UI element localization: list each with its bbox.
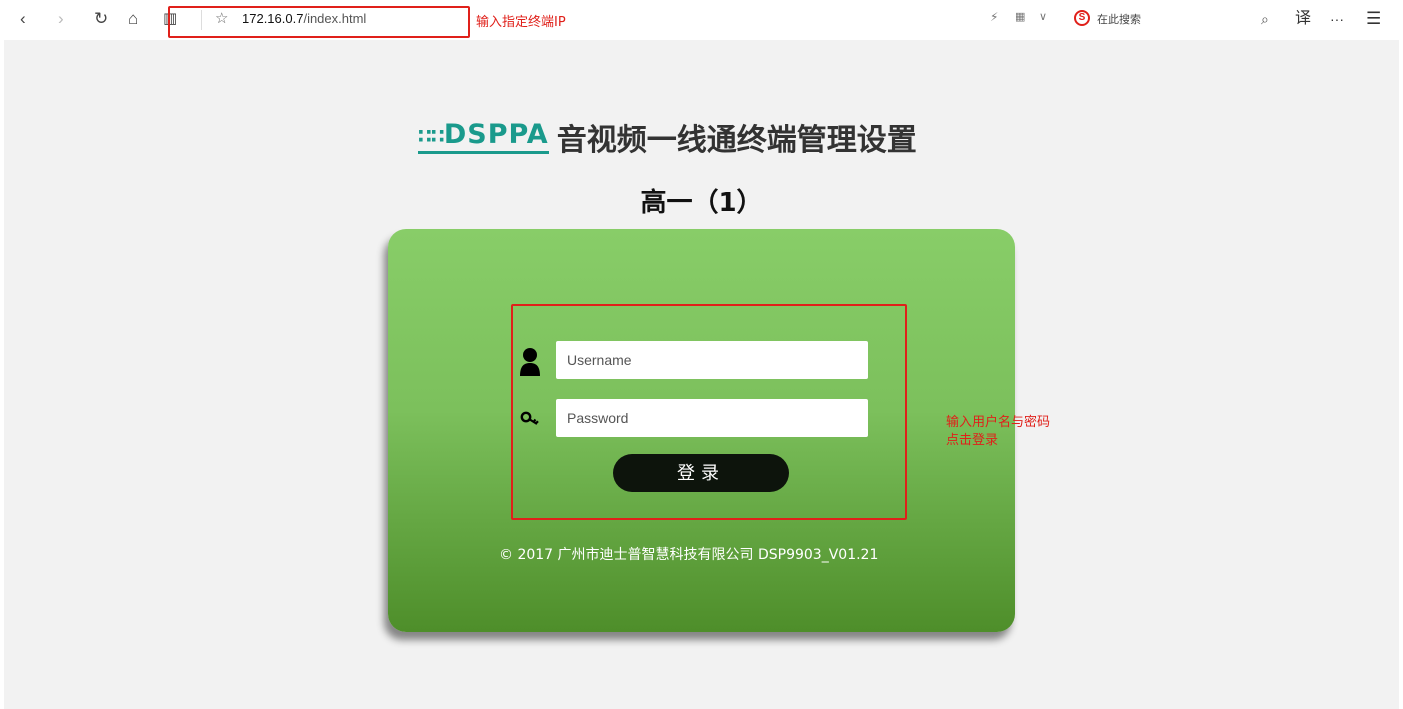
dsppa-logo: ∷∷DSPPA bbox=[418, 120, 549, 154]
terminal-name: 高一（1） bbox=[640, 188, 763, 218]
page-header: ∷∷DSPPA 音视频一线通终端管理设置 bbox=[418, 117, 917, 158]
qr-code-icon[interactable]: ▦ bbox=[1015, 10, 1025, 23]
logo-dots-icon: ∷∷ bbox=[418, 124, 445, 148]
page-title: 音视频一线通终端管理设置 bbox=[556, 123, 917, 158]
chevron-down-icon[interactable]: ∨ bbox=[1039, 10, 1047, 23]
browser-toolbar: ‹ › ↻ ⌂ ▥ ☆ 172.16.0.7/index.html 输入指定终端… bbox=[0, 0, 1403, 40]
translate-icon[interactable]: 译 bbox=[1295, 9, 1311, 29]
login-hint-line2: 点击登录 bbox=[946, 433, 999, 448]
logo-text: DSPPA bbox=[443, 119, 549, 150]
url-highlight-box bbox=[168, 6, 470, 38]
login-highlight-box bbox=[511, 304, 907, 520]
login-hint-annotation: 输入用户名与密码 点击登录 bbox=[946, 414, 1050, 450]
menu-icon[interactable]: ☰ bbox=[1366, 9, 1381, 29]
url-hint-annotation: 输入指定终端IP bbox=[476, 15, 566, 30]
login-hint-line1: 输入用户名与密码 bbox=[946, 415, 1051, 430]
lightning-icon[interactable]: ⚡ bbox=[990, 10, 998, 24]
reload-icon[interactable]: ↻ bbox=[94, 9, 108, 29]
search-input[interactable]: 在此搜索 bbox=[1097, 11, 1141, 27]
more-icon[interactable]: ··· bbox=[1330, 9, 1344, 29]
copyright-footer: © 2017 广州市迪士普智慧科技有限公司 DSP9903_V01.21 bbox=[499, 547, 879, 563]
sogou-search-icon[interactable]: S bbox=[1074, 10, 1090, 26]
search-icon[interactable]: ⌕ bbox=[1261, 9, 1269, 29]
home-icon[interactable]: ⌂ bbox=[128, 9, 138, 29]
back-icon[interactable]: ‹ bbox=[20, 9, 26, 29]
forward-icon[interactable]: › bbox=[58, 9, 64, 29]
